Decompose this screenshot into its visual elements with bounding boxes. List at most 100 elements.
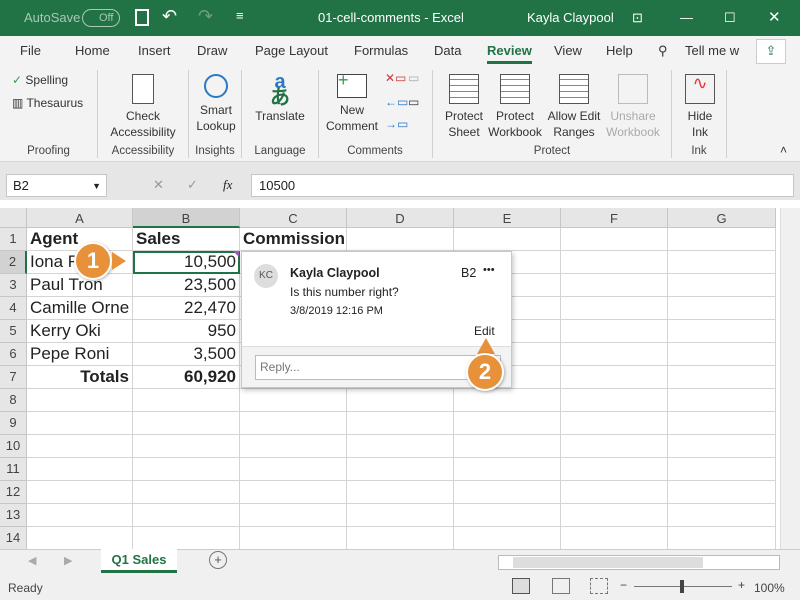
tab-view[interactable]: View	[554, 43, 582, 58]
cell-a12[interactable]	[27, 481, 133, 504]
customize-qat-icon[interactable]: ≡	[236, 8, 244, 23]
sheet-tab-q1-sales[interactable]: Q1 Sales	[101, 549, 177, 573]
cell-b10[interactable]	[133, 435, 240, 458]
tab-draw[interactable]: Draw	[197, 43, 227, 58]
protect-sheet-button[interactable]: Protect Sheet	[438, 74, 490, 140]
new-comment-button[interactable]: + New Comment	[322, 71, 382, 134]
enter-icon[interactable]: ✓	[187, 177, 198, 193]
tab-page-layout[interactable]: Page Layout	[255, 43, 328, 58]
cell-g10[interactable]	[668, 435, 776, 458]
reply-input[interactable]: Reply...	[255, 355, 501, 380]
edit-comment-button[interactable]: Edit	[474, 324, 495, 338]
cell-b7[interactable]: 60,920	[133, 366, 240, 389]
column-header-e[interactable]: E	[454, 208, 561, 228]
cell-f14[interactable]	[561, 527, 668, 549]
cell-f1[interactable]	[561, 228, 668, 251]
normal-view-icon[interactable]	[512, 578, 530, 594]
row-header-3[interactable]: 3	[0, 274, 27, 297]
close-icon[interactable]: ✕	[768, 8, 781, 26]
cell-c13[interactable]	[240, 504, 347, 527]
tab-insert[interactable]: Insert	[138, 43, 171, 58]
cell-g14[interactable]	[668, 527, 776, 549]
tell-me-input[interactable]: Tell me w	[685, 43, 739, 58]
vertical-scrollbar[interactable]	[780, 208, 800, 549]
protect-workbook-button[interactable]: Protect Workbook	[486, 74, 544, 140]
cell-f10[interactable]	[561, 435, 668, 458]
cell-f2[interactable]	[561, 251, 668, 274]
cell-b9[interactable]	[133, 412, 240, 435]
cell-e14[interactable]	[454, 527, 561, 549]
cell-f9[interactable]	[561, 412, 668, 435]
cell-d8[interactable]	[347, 389, 454, 412]
formula-input[interactable]: 10500	[251, 174, 794, 197]
tab-home[interactable]: Home	[75, 43, 110, 58]
cell-a6[interactable]: Pepe Roni	[27, 343, 133, 366]
cell-c14[interactable]	[240, 527, 347, 549]
cell-a8[interactable]	[27, 389, 133, 412]
cell-b6[interactable]: 3,500	[133, 343, 240, 366]
cell-d14[interactable]	[347, 527, 454, 549]
cell-e12[interactable]	[454, 481, 561, 504]
column-header-d[interactable]: D	[347, 208, 454, 228]
cell-b2[interactable]: 10,500	[133, 251, 240, 274]
cell-c8[interactable]	[240, 389, 347, 412]
column-header-c[interactable]: C	[240, 208, 347, 228]
cell-g13[interactable]	[668, 504, 776, 527]
cell-g2[interactable]	[668, 251, 776, 274]
cell-b13[interactable]	[133, 504, 240, 527]
thesaurus-button[interactable]: ▥ Thesaurus	[12, 95, 83, 111]
column-header-b[interactable]: B	[133, 208, 240, 228]
cell-e10[interactable]	[454, 435, 561, 458]
tab-file[interactable]: File	[20, 43, 41, 58]
cell-g6[interactable]	[668, 343, 776, 366]
tab-data[interactable]: Data	[434, 43, 461, 58]
hide-ink-button[interactable]: ∿ Hide Ink	[676, 74, 724, 140]
cell-g11[interactable]	[668, 458, 776, 481]
row-header-5[interactable]: 5	[0, 320, 27, 343]
cancel-icon[interactable]: ✕	[153, 177, 164, 193]
row-header-6[interactable]: 6	[0, 343, 27, 366]
insert-function-icon[interactable]: fx	[223, 177, 232, 193]
more-options-icon[interactable]: •••	[483, 264, 495, 276]
cell-f3[interactable]	[561, 274, 668, 297]
share-icon[interactable]: ⇪	[756, 39, 786, 64]
column-header-a[interactable]: A	[27, 208, 133, 228]
cell-f7[interactable]	[561, 366, 668, 389]
zoom-slider[interactable]	[634, 580, 732, 593]
zoom-level[interactable]: 100%	[754, 581, 785, 595]
row-header-10[interactable]: 10	[0, 435, 27, 458]
cell-e13[interactable]	[454, 504, 561, 527]
user-name[interactable]: Kayla Claypool	[527, 10, 614, 25]
select-all-button[interactable]	[0, 208, 27, 228]
cell-g12[interactable]	[668, 481, 776, 504]
cell-c12[interactable]	[240, 481, 347, 504]
cell-e9[interactable]	[454, 412, 561, 435]
cell-c10[interactable]	[240, 435, 347, 458]
check-accessibility-button[interactable]: Check Accessibility	[104, 74, 182, 140]
cell-a10[interactable]	[27, 435, 133, 458]
cell-b1[interactable]: Sales	[133, 228, 240, 251]
cell-a3[interactable]: Paul Tron	[27, 274, 133, 297]
row-header-7[interactable]: 7	[0, 366, 27, 389]
collapse-ribbon-icon[interactable]: ˄	[780, 142, 787, 158]
cell-a4[interactable]: Camille Orne	[27, 297, 133, 320]
cell-b3[interactable]: 23,500	[133, 274, 240, 297]
maximize-icon[interactable]: ☐	[724, 10, 736, 26]
tab-review[interactable]: Review	[487, 43, 532, 64]
cell-f13[interactable]	[561, 504, 668, 527]
cell-f5[interactable]	[561, 320, 668, 343]
cell-g3[interactable]	[668, 274, 776, 297]
autosave-toggle[interactable]: Off	[82, 9, 120, 27]
horizontal-scrollbar[interactable]	[498, 555, 780, 570]
undo-icon[interactable]: ↶	[162, 6, 177, 27]
next-comment-icon[interactable]: →▭	[385, 116, 408, 132]
cell-g9[interactable]	[668, 412, 776, 435]
zoom-in-icon[interactable]: +	[738, 578, 745, 592]
cell-e11[interactable]	[454, 458, 561, 481]
name-box[interactable]: B2 ▼	[6, 174, 107, 197]
ribbon-display-icon[interactable]: ⊡	[632, 10, 643, 26]
tab-help[interactable]: Help	[606, 43, 633, 58]
minimize-icon[interactable]: —	[680, 10, 693, 25]
save-icon[interactable]	[135, 9, 149, 26]
cell-g1[interactable]	[668, 228, 776, 251]
